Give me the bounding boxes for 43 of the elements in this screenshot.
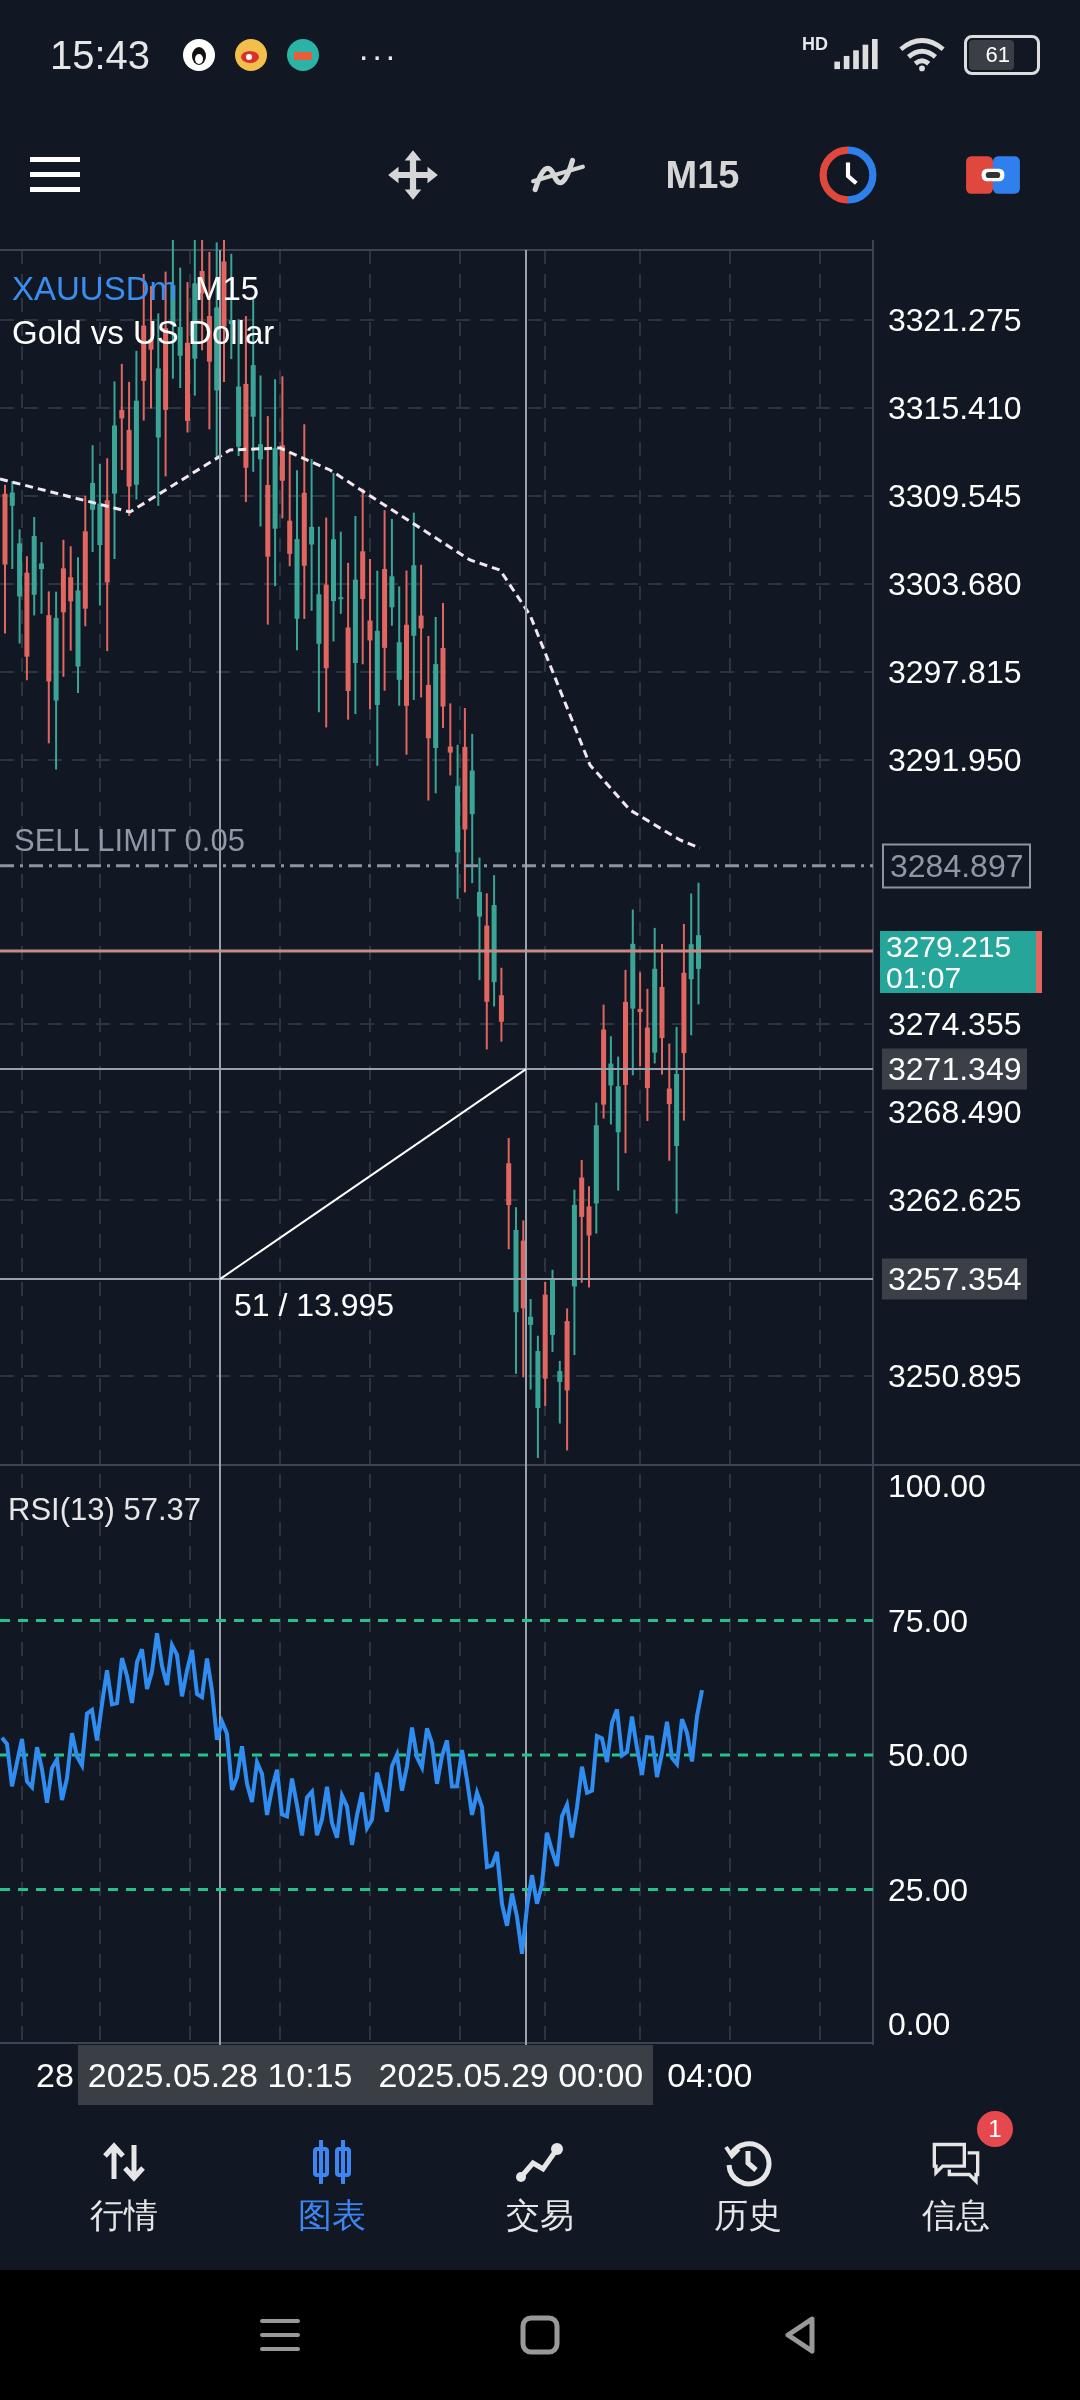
home-icon[interactable] [520,2315,560,2355]
price-label: 3315.410 [887,388,1023,428]
rsi-level-label: 75.00 [887,1601,970,1640]
status-time: 15:43 [50,32,151,78]
price-label: 3250.895 [887,1356,1023,1396]
more-notifications: ··· [358,35,399,75]
price-label: 3262.625 [887,1180,1023,1220]
network-type: HD [802,33,828,55]
nav-tab[interactable]: 行情 [20,2105,228,2270]
menu-icon[interactable] [30,155,80,195]
rsi-label: RSI(13) 57.37 [8,1492,201,1528]
rsi-level-label: 50.00 [887,1735,970,1775]
bar-countdown: 01:07 [886,962,963,994]
crosshair-price-tag: 3271.349 [882,1048,1028,1090]
nav-tab[interactable]: 历史 [644,2105,852,2270]
app-icon [286,38,321,72]
price-label: 3303.680 [887,564,1023,604]
rsi-level-label: 0.00 [887,2004,952,2044]
time-label: 2025.05.29 00:00 [378,2055,644,2095]
clock-icon[interactable] [818,146,877,204]
rsi-level-label: 100.00 [887,1466,987,1506]
time-label: 28 [36,2055,74,2095]
price-label: 3309.545 [887,476,1023,516]
price-label: 3291.950 [887,740,1023,780]
time-label: 04:00 [667,2055,753,2095]
crosshair-price-tag: 3257.354 [882,1258,1028,1300]
order-price-tag: 3284.897 [882,843,1032,889]
time-label: 2025.05.28 10:15 [87,2055,353,2095]
wifi-icon [898,37,946,73]
price-label: 3274.355 [887,1004,1023,1044]
price-label: 3268.490 [887,1092,1023,1132]
price-label: 3297.815 [887,652,1023,692]
unread-badge: 1 [977,2110,1013,2147]
nav-tab[interactable]: 交易 [436,2105,644,2270]
battery-level: 61 [969,40,1014,70]
nav-tab[interactable]: 1 信息 [852,2105,1060,2270]
nav-tab[interactable]: 图表 [228,2105,436,2270]
signal-icon [832,39,880,71]
bid-price: 3279.215 [886,931,1013,963]
price-label: 3321.275 [887,300,1023,340]
timeframe-button[interactable]: M15 [665,153,740,197]
rsi-level-label: 25.00 [887,1870,970,1909]
measure-label: 51 / 13.995 [234,1287,395,1325]
